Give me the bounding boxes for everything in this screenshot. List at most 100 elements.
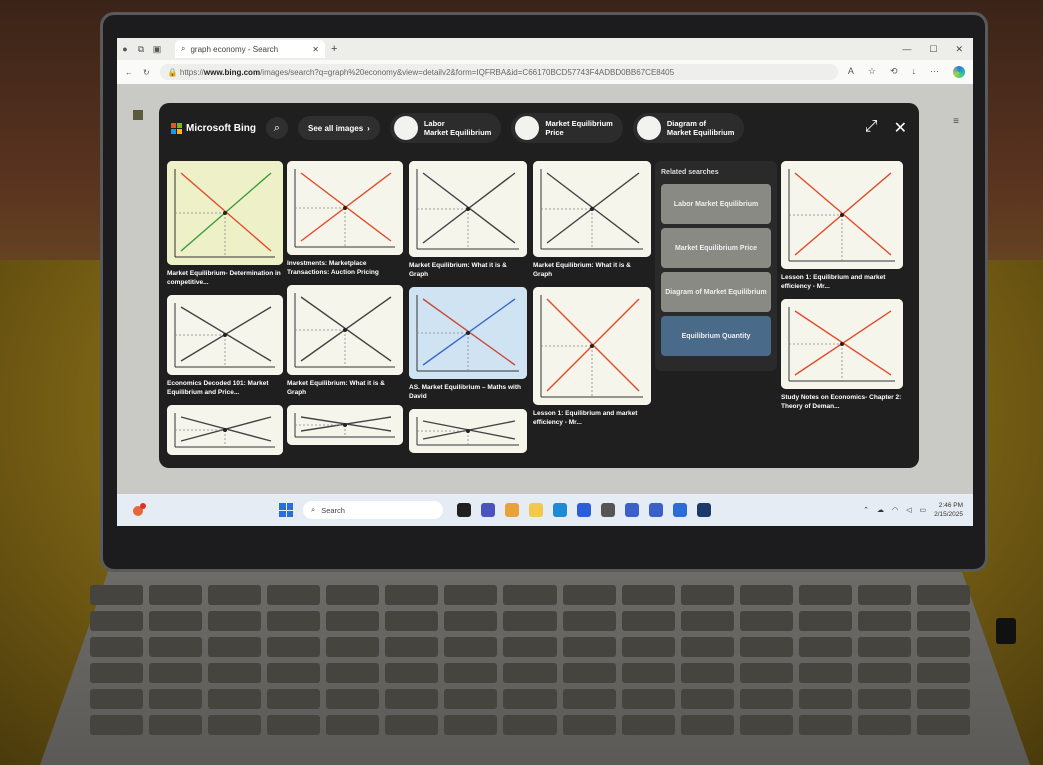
image-result-card[interactable]: Economics Decoded 101: Market Equilibriu… — [167, 295, 283, 397]
keyboard-key — [857, 611, 911, 631]
close-tab-icon[interactable]: ✕ — [312, 45, 319, 54]
image-caption[interactable]: Market Equilibrium- Determination in com… — [167, 269, 283, 287]
battery-icon[interactable]: ▭ — [919, 506, 926, 514]
image-caption[interactable]: Lesson 1: Equilibrium and market efficie… — [533, 409, 651, 427]
image-thumbnail[interactable] — [167, 161, 283, 265]
close-icon[interactable]: ✕ — [894, 118, 907, 138]
image-caption[interactable]: Lesson 1: Equilibrium and market efficie… — [781, 273, 903, 291]
task-view-icon[interactable] — [457, 503, 471, 517]
image-thumbnail[interactable] — [167, 405, 283, 455]
wifi-icon[interactable]: ◠ — [892, 506, 898, 514]
weather-widget-icon[interactable] — [131, 502, 147, 518]
image-thumbnail[interactable] — [287, 161, 403, 255]
image-result-card[interactable] — [287, 405, 403, 445]
start-icon[interactable] — [279, 503, 293, 517]
profile-icon[interactable]: ● — [117, 44, 133, 54]
clock[interactable]: 2:46 PM 2/15/2025 — [934, 501, 963, 519]
keyboard-key — [208, 663, 262, 683]
maximize-icon[interactable]: ☐ — [929, 44, 937, 55]
favorite-icon[interactable]: ☆ — [868, 66, 876, 78]
read-aloud-icon[interactable]: A — [848, 66, 854, 78]
keyboard-key — [798, 715, 852, 735]
close-window-icon[interactable]: ✕ — [955, 44, 963, 55]
keyboard-key — [326, 585, 380, 605]
image-caption[interactable]: Investments: Marketplace Transactions: A… — [287, 259, 403, 277]
image-thumbnail[interactable] — [409, 409, 527, 453]
copilot-icon[interactable] — [505, 503, 519, 517]
browser-tab[interactable]: ⌕ graph economy - Search ✕ — [175, 40, 325, 58]
image-caption[interactable]: Economics Decoded 101: Market Equilibriu… — [167, 379, 283, 397]
laptop-screen: ● ⧉ ▣ ⌕ graph economy - Search ✕ + — ☐ ✕… — [117, 38, 973, 526]
suggestion-chip-price[interactable]: Market Equilibrium Price — [511, 113, 623, 143]
app-icon-2[interactable] — [649, 503, 663, 517]
file-explorer-icon[interactable] — [529, 503, 543, 517]
app-icon-3[interactable] — [673, 503, 687, 517]
image-thumbnail[interactable] — [533, 161, 651, 257]
extensions-icon[interactable]: ⟲ — [890, 66, 898, 78]
image-caption[interactable]: AS. Market Equilibrium – Maths with Davi… — [409, 383, 527, 401]
taskbar-search[interactable]: ⌕ Search — [303, 501, 443, 519]
tab-actions-icon[interactable]: ▣ — [149, 44, 165, 55]
bing-logo[interactable]: Microsoft Bing — [171, 122, 256, 134]
keyboard-key — [385, 689, 439, 709]
related-item[interactable]: Market Equilibrium Price — [661, 228, 771, 268]
store-icon[interactable] — [577, 503, 591, 517]
keyboard-key — [444, 585, 498, 605]
onedrive-icon[interactable]: ☁ — [877, 506, 884, 514]
image-caption[interactable]: Study Notes on Economics- Chapter 2: The… — [781, 393, 903, 411]
new-tab-icon[interactable]: + — [331, 43, 337, 55]
image-thumbnail[interactable] — [781, 299, 903, 389]
copilot-icon[interactable] — [953, 66, 965, 78]
related-item[interactable]: Diagram of Market Equilibrium — [661, 272, 771, 312]
downloads-icon[interactable]: ↓ — [912, 66, 917, 78]
related-item[interactable]: Equilibrium Quantity — [661, 316, 771, 356]
image-result-card[interactable] — [167, 405, 283, 455]
image-result-card[interactable] — [409, 409, 527, 453]
suggestion-chip-labor-market[interactable]: Labor Market Equilibrium — [389, 113, 502, 143]
image-caption[interactable]: Market Equilibrium: What it is & Graph — [409, 261, 527, 279]
dell-icon[interactable] — [601, 503, 615, 517]
workspaces-icon[interactable]: ⧉ — [133, 44, 149, 55]
keyboard-key — [798, 611, 852, 631]
back-icon[interactable]: ← — [125, 68, 133, 77]
chevron-up-icon[interactable]: ⌃ — [863, 506, 869, 514]
suggestion-chip-diagram[interactable]: Diagram of Market Equilibrium — [632, 113, 745, 143]
keyboard-key — [90, 715, 144, 735]
app-icon-4[interactable] — [697, 503, 711, 517]
minimize-icon[interactable]: — — [902, 44, 911, 55]
expand-icon[interactable]: ⤢ — [865, 118, 878, 138]
image-caption[interactable]: Market Equilibrium: What it is & Graph — [533, 261, 651, 279]
url-field[interactable]: 🔒 https://www.bing.com/images/search?q=g… — [159, 64, 838, 80]
image-result-card[interactable]: Lesson 1: Equilibrium and market efficie… — [533, 287, 651, 427]
image-caption[interactable]: Market Equilibrium: What it is & Graph — [287, 379, 403, 397]
page-menu-icon[interactable]: ≡ — [953, 116, 959, 127]
see-all-images-button[interactable]: See all images › — [298, 116, 380, 140]
more-icon[interactable]: ⋯ — [930, 66, 939, 78]
keyboard-key — [562, 637, 616, 657]
image-thumbnail[interactable] — [287, 285, 403, 375]
image-thumbnail[interactable] — [409, 161, 527, 257]
refresh-icon[interactable]: ↻ — [143, 68, 150, 77]
search-icon[interactable]: ⌕ — [266, 117, 288, 139]
image-thumbnail[interactable] — [287, 405, 403, 445]
image-thumbnail[interactable] — [533, 287, 651, 405]
image-result-card[interactable]: Market Equilibrium: What it is & Graph — [533, 161, 651, 279]
image-result-card[interactable]: Market Equilibrium- Determination in com… — [167, 161, 283, 287]
image-thumbnail[interactable] — [781, 161, 903, 269]
image-result-card[interactable]: Market Equilibrium: What it is & Graph — [287, 285, 403, 397]
image-thumbnail[interactable] — [167, 295, 283, 375]
image-thumbnail[interactable] — [409, 287, 527, 379]
app-icon-1[interactable] — [625, 503, 639, 517]
keyboard-key — [208, 585, 262, 605]
volume-icon[interactable]: ◁ — [906, 506, 911, 514]
image-result-card[interactable]: Market Equilibrium: What it is & Graph — [409, 161, 527, 279]
edge-icon[interactable] — [553, 503, 567, 517]
image-result-card[interactable]: Study Notes on Economics- Chapter 2: The… — [781, 299, 903, 411]
chip-label: Diagram of Market Equilibrium — [667, 119, 735, 137]
image-result-card[interactable]: Lesson 1: Equilibrium and market efficie… — [781, 161, 903, 291]
chip-label: Labor Market Equilibrium — [424, 119, 492, 137]
related-item[interactable]: Labor Market Equilibrium — [661, 184, 771, 224]
image-result-card[interactable]: AS. Market Equilibrium – Maths with Davi… — [409, 287, 527, 401]
image-result-card[interactable]: Investments: Marketplace Transactions: A… — [287, 161, 403, 277]
teams-icon[interactable] — [481, 503, 495, 517]
